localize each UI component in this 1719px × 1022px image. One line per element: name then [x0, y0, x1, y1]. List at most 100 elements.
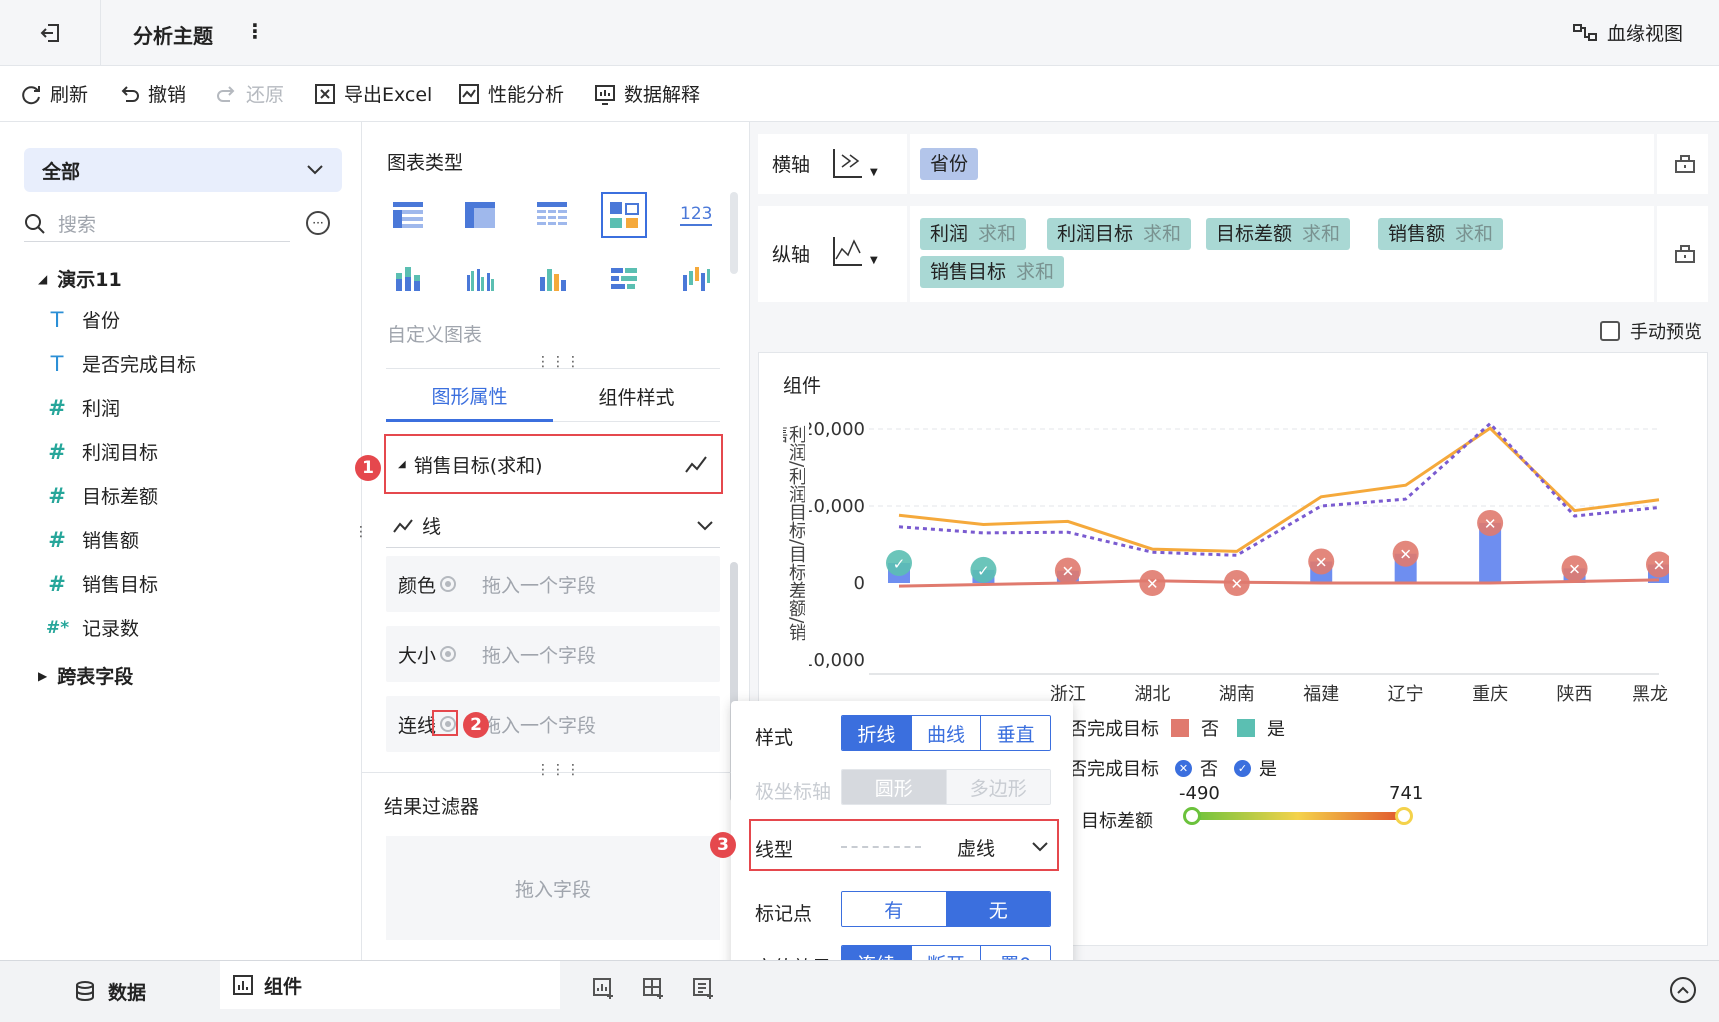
redo-icon [217, 85, 235, 102]
tab-component-style[interactable]: 组件样式 [553, 372, 720, 422]
pill-name: 利润 [930, 223, 969, 245]
add-report-icon[interactable] [692, 977, 716, 1006]
search-input[interactable]: 搜索 [58, 210, 96, 237]
waterfall-chart-icon[interactable] [673, 256, 719, 302]
y-field-pill[interactable]: 目标差额 求和 [1206, 218, 1351, 250]
table-chart-icon[interactable] [385, 192, 431, 238]
highlight-box-2 [432, 710, 458, 736]
field-item[interactable]: T 是否完成目标 [46, 350, 196, 377]
cross-table-group[interactable]: ▶ 跨表字段 [38, 662, 133, 689]
undo-button[interactable]: 撤销 [118, 80, 186, 107]
style-option-curve[interactable]: 曲线 [911, 716, 982, 750]
gradient-max: 741 [1389, 783, 1424, 804]
grouped-bar-chart-icon[interactable] [457, 256, 503, 302]
redo-button[interactable]: 还原 [216, 80, 284, 107]
data-tab[interactable]: 数据 [0, 961, 220, 1021]
more-options-icon[interactable]: ··· [306, 211, 330, 235]
search-box[interactable]: 搜索 [24, 206, 290, 242]
field-item[interactable]: # 目标差额 [46, 482, 158, 509]
pill-agg: 求和 [1302, 223, 1341, 245]
color-drop-zone[interactable]: 颜色 拖入一个字段 [386, 556, 720, 612]
performance-button[interactable]: 性能分析 [458, 80, 564, 107]
gradient-handle-max[interactable] [1395, 807, 1413, 825]
step-badge-3: 3 [710, 832, 736, 858]
chart-type-title: 图表类型 [387, 152, 464, 174]
marker-segment: 有 无 [841, 891, 1051, 927]
pill-agg: 求和 [978, 223, 1017, 245]
scrollbar[interactable] [730, 192, 738, 274]
refresh-icon [22, 85, 40, 104]
pill-agg: 求和 [1016, 261, 1055, 283]
x-axis-type-button[interactable]: ▼ [830, 142, 890, 186]
manual-preview-label: 手动预览 [1630, 322, 1702, 343]
style-option-vertical[interactable]: 垂直 [981, 716, 1050, 750]
size-drop-zone[interactable]: 大小 拖入一个字段 [386, 626, 720, 682]
refresh-button[interactable]: 刷新 [20, 80, 88, 107]
component-tab-label: 组件 [264, 975, 303, 998]
marker-label: 标记点 [755, 903, 813, 925]
divider [100, 0, 101, 66]
gear-icon[interactable] [440, 646, 457, 662]
custom-chart-icon[interactable] [601, 192, 647, 238]
lineage-view-button[interactable]: 血缘视图 [1573, 19, 1683, 46]
style-option-polyline[interactable]: 折线 [842, 716, 912, 750]
more-icon[interactable]: ⋮ [245, 19, 265, 43]
group-header[interactable]: ◢ 演示11 [38, 265, 122, 292]
component-tab[interactable]: 组件 [220, 961, 560, 1009]
horizontal-bar-chart-icon[interactable] [601, 256, 647, 302]
x-tick-label: 福建 [1303, 684, 1339, 705]
y-field-pill[interactable]: 销售目标 求和 [920, 256, 1065, 288]
step-badge-2: 2 [463, 712, 489, 738]
x-axis-lock-icon[interactable] [1674, 152, 1696, 179]
checkbox[interactable] [1600, 321, 1620, 341]
line-mark-icon [393, 518, 413, 533]
y-axis-lock-icon[interactable] [1674, 242, 1696, 269]
data-explain-button[interactable]: 数据解释 [594, 80, 700, 107]
field-item[interactable]: # 销售目标 [46, 570, 158, 597]
refresh-label: 刷新 [50, 84, 89, 106]
gradient-handle-min[interactable] [1183, 807, 1201, 825]
gear-icon[interactable] [440, 576, 457, 592]
divider [1654, 134, 1657, 194]
legend-swatch-yes [1237, 719, 1255, 737]
tab-graph-properties[interactable]: 图形属性 [386, 372, 553, 422]
polar-option-polygon[interactable]: 多边形 [946, 770, 1050, 804]
y-field-pill[interactable]: 利润目标 求和 [1047, 218, 1192, 250]
field-item[interactable]: # 销售额 [46, 526, 139, 553]
exit-icon[interactable] [38, 20, 64, 46]
marker-option-no[interactable]: 无 [946, 892, 1050, 926]
legend-item: 否 [1201, 719, 1219, 740]
y-axis-type-button[interactable]: ▼ [830, 230, 890, 274]
x-tick-label: 重庆 [1472, 684, 1508, 705]
manual-preview-toggle[interactable]: 手动预览 [1600, 318, 1702, 344]
detail-table-chart-icon[interactable] [529, 192, 575, 238]
chevron-down-icon [307, 165, 323, 175]
export-excel-button[interactable]: 导出Excel [314, 80, 432, 107]
x-field-pill[interactable]: 省份 [920, 148, 979, 180]
cross-table-chart-icon[interactable] [457, 192, 503, 238]
y-field-pill[interactable]: 利润 求和 [920, 218, 1027, 250]
polar-option-circle[interactable]: 圆形 [842, 770, 947, 804]
data-tab-label: 数据 [107, 981, 146, 1004]
y-field-pill[interactable]: 销售额 求和 [1378, 218, 1504, 250]
filter-drop-zone[interactable]: 拖入字段 [386, 836, 720, 940]
add-dashboard-icon[interactable] [642, 977, 666, 1006]
bar-chart-icon[interactable] [529, 256, 575, 302]
field-item[interactable]: #* 记录数 [46, 614, 139, 641]
drag-handle-icon[interactable]: ⋮⋮⋮ [536, 762, 581, 778]
collapse-up-icon[interactable] [1670, 977, 1696, 1003]
kpi-chart-icon[interactable]: 123 [673, 192, 719, 238]
mark-type-select[interactable]: 线 [386, 504, 720, 548]
marker-option-yes[interactable]: 有 [842, 892, 947, 926]
number-type-icon: # [48, 527, 66, 552]
y-tick-label: 20,000 [809, 419, 865, 440]
add-component-icon[interactable] [592, 977, 616, 1006]
pill-name: 利润目标 [1057, 223, 1134, 245]
field-item[interactable]: # 利润目标 [46, 438, 158, 465]
custom-chart-label[interactable]: 自定义图表 [387, 320, 482, 347]
field-item[interactable]: T 省份 [46, 306, 120, 333]
y-axis-title: 利润/利润目标/目标差额/销售... [783, 425, 805, 642]
scope-select[interactable]: 全部 [24, 148, 342, 192]
stacked-bar-chart-icon[interactable] [385, 256, 431, 302]
field-item[interactable]: # 利润 [46, 394, 120, 421]
